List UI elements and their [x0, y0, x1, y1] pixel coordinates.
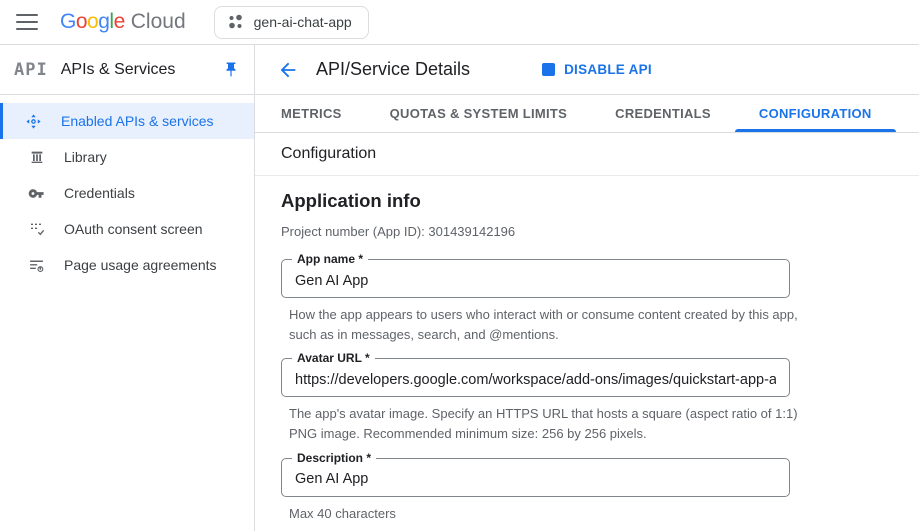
project-icon: [227, 14, 244, 31]
description-field: Description *: [281, 458, 790, 497]
sidebar-item-oauth-consent[interactable]: OAuth consent screen: [0, 211, 254, 247]
avatar-url-helper: The app's avatar image. Specify an HTTPS…: [289, 404, 809, 444]
configuration-content: Application info Project number (App ID)…: [255, 176, 919, 531]
page-title: API/Service Details: [316, 59, 470, 80]
main-panel: API/Service Details DISABLE API METRICS …: [255, 45, 919, 531]
sidebar-item-label: Page usage agreements: [64, 257, 217, 273]
back-arrow-icon[interactable]: [277, 58, 301, 82]
description-label: Description *: [292, 451, 376, 465]
gcp-console-window: Google Cloud gen-ai-chat-app API APIs & …: [0, 0, 919, 531]
enabled-apis-icon: [25, 113, 42, 130]
logo-letter: e: [114, 10, 125, 33]
tab-credentials[interactable]: CREDENTIALS: [591, 95, 735, 132]
application-info-heading: Application info: [281, 190, 919, 212]
logo-letter: G: [60, 10, 76, 33]
tab-metrics[interactable]: METRICS: [257, 95, 366, 132]
sidebar-title: APIs & Services: [61, 61, 222, 79]
google-cloud-logo[interactable]: Google Cloud: [60, 10, 186, 34]
sidebar-item-credentials[interactable]: Credentials: [0, 175, 254, 211]
key-icon: [28, 185, 45, 202]
avatar-url-field: Avatar URL *: [281, 358, 790, 397]
logo-cloud-text: Cloud: [131, 10, 186, 34]
oauth-consent-icon: [28, 221, 45, 238]
logo-letter: o: [87, 10, 98, 33]
list-gear-icon: [28, 257, 45, 274]
sidebar-item-page-usage[interactable]: Page usage agreements: [0, 247, 254, 283]
logo-letter: g: [98, 10, 109, 33]
sidebar-item-label: OAuth consent screen: [64, 221, 203, 237]
sidebar-nav: Enabled APIs & services Library: [0, 95, 254, 283]
project-number: Project number (App ID): 301439142196: [281, 224, 919, 239]
sidebar-item-label: Library: [64, 149, 107, 165]
sidebar: API APIs & Services Enabled APIs & servi…: [0, 45, 255, 531]
project-selector[interactable]: gen-ai-chat-app: [214, 6, 369, 39]
disable-api-label: DISABLE API: [564, 62, 652, 77]
sidebar-item-enabled-apis[interactable]: Enabled APIs & services: [0, 103, 254, 139]
page-header: API/Service Details DISABLE API: [255, 45, 919, 95]
description-helper: Max 40 characters: [289, 504, 809, 524]
apis-services-product-icon: API: [14, 60, 48, 80]
pin-icon[interactable]: [222, 61, 240, 79]
app-name-helper: How the app appears to users who interac…: [289, 305, 809, 345]
library-icon: [28, 149, 45, 166]
stop-icon: [542, 63, 555, 76]
sidebar-item-label: Credentials: [64, 185, 135, 201]
sidebar-item-label: Enabled APIs & services: [61, 113, 214, 129]
project-name: gen-ai-chat-app: [254, 14, 352, 30]
app-name-field: App name *: [281, 259, 790, 298]
sidebar-item-library[interactable]: Library: [0, 139, 254, 175]
tab-configuration[interactable]: CONFIGURATION: [735, 95, 896, 132]
tab-bar: METRICS QUOTAS & SYSTEM LIMITS CREDENTIA…: [255, 95, 919, 133]
tab-quotas[interactable]: QUOTAS & SYSTEM LIMITS: [366, 95, 592, 132]
app-name-label: App name *: [292, 252, 368, 266]
hamburger-menu-icon[interactable]: [16, 14, 38, 30]
section-bar: Configuration: [255, 133, 919, 176]
logo-letter: o: [76, 10, 87, 33]
section-bar-title: Configuration: [281, 145, 376, 163]
top-app-bar: Google Cloud gen-ai-chat-app: [0, 0, 919, 45]
sidebar-header: API APIs & Services: [0, 45, 254, 95]
avatar-url-label: Avatar URL *: [292, 351, 375, 365]
disable-api-button[interactable]: DISABLE API: [542, 62, 652, 77]
